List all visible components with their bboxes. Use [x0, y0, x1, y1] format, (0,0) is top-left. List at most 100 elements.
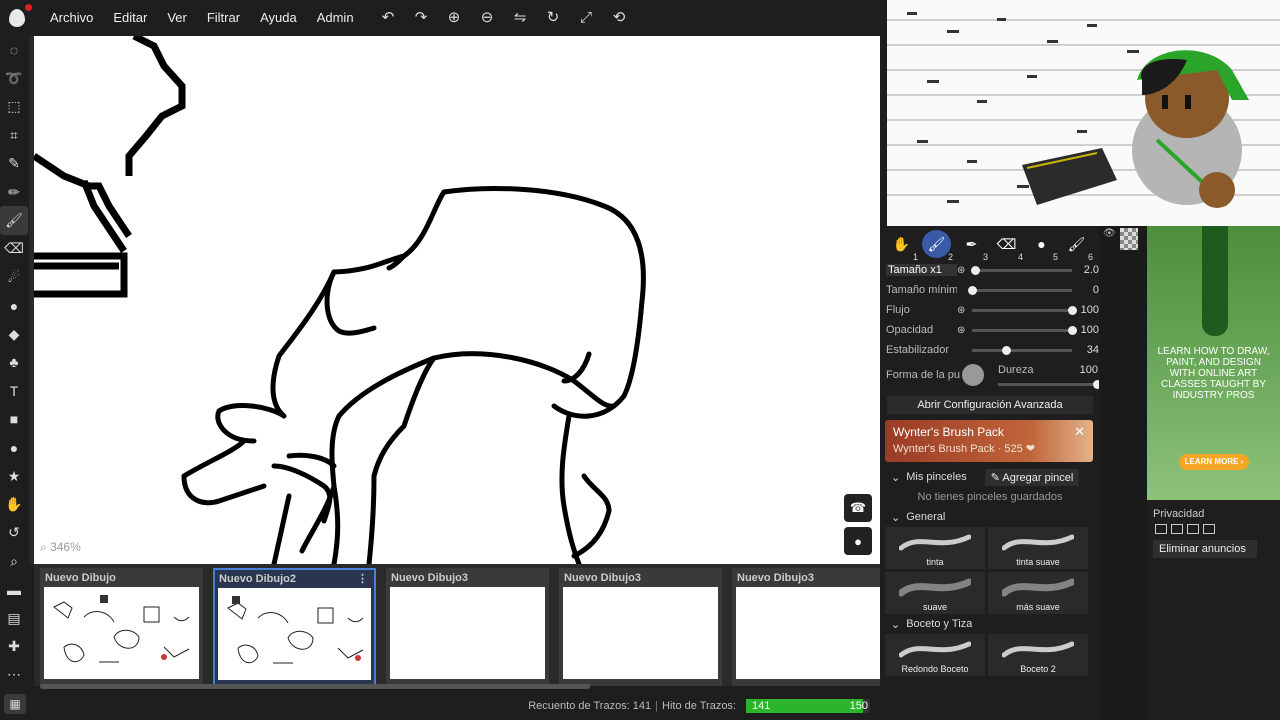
fullscreen-icon[interactable]: ⤢	[570, 0, 603, 36]
film-strip-icon[interactable]: ▦	[4, 694, 26, 714]
chat-button[interactable]: ●	[844, 527, 872, 555]
rotate-icon[interactable]: ↻	[537, 0, 570, 36]
crop-icon[interactable]: ⌗	[0, 121, 28, 149]
brush-slot-1[interactable]: ✋ 1	[887, 230, 918, 263]
lasso-select-icon[interactable]: ◌	[0, 36, 28, 64]
slider-knob[interactable]	[968, 285, 978, 295]
pen-pressure-icon[interactable]: ⊛	[957, 325, 969, 336]
zoom-icon[interactable]: ⌕	[0, 547, 28, 575]
drawing-thumbnail[interactable]: Nuevo Dibujo3	[386, 568, 549, 686]
slider-knob[interactable]	[970, 265, 980, 275]
rectangle-icon[interactable]: ■	[0, 405, 28, 433]
layout-3-icon[interactable]	[1187, 524, 1199, 534]
my-brushes-header[interactable]: ⌄ Mis pinceles ✎ Agregar pincel	[881, 467, 1099, 487]
call-button[interactable]: ☎	[844, 494, 872, 522]
slider-knob[interactable]	[1068, 305, 1078, 315]
slider-knob[interactable]	[1002, 345, 1012, 355]
rotate-view-icon[interactable]: ↺	[0, 519, 28, 547]
privacy-label[interactable]: Privacidad	[1147, 500, 1280, 524]
pen-pressure-icon[interactable]: ⊛	[957, 265, 969, 276]
brush-slot-3[interactable]: ✒ 3	[957, 230, 988, 263]
chevron-down-icon: ⌄	[891, 471, 901, 484]
menu-filtrar[interactable]: Filtrar	[197, 0, 250, 36]
blur-icon[interactable]: ●	[0, 292, 28, 320]
fill-bucket-icon[interactable]: ◆	[0, 320, 28, 348]
rotate-reset-icon[interactable]: ⟲	[603, 0, 636, 36]
pencil-icon[interactable]: ✏	[0, 178, 28, 206]
drawing-thumbnail[interactable]: Nuevo Dibujo2 ⋮	[213, 568, 376, 686]
text-icon[interactable]: T	[0, 377, 28, 405]
brush-preset[interactable]: suave	[885, 572, 985, 614]
ad-learn-more-button[interactable]: LEARN MORE ›	[1179, 454, 1249, 470]
brush-slot-6[interactable]: 🖌 6	[1062, 230, 1093, 263]
layout-2-icon[interactable]	[1171, 524, 1183, 534]
drawing-title: Nuevo Dibujo3	[737, 572, 815, 584]
setting-slider[interactable]	[972, 345, 1073, 355]
brush-preset[interactable]: Boceto 2	[988, 634, 1088, 676]
add-icon[interactable]: ✚	[0, 632, 28, 660]
brush-preset[interactable]: Redondo Boceto	[885, 634, 985, 676]
app-logo[interactable]	[0, 0, 34, 36]
hardness-slider[interactable]	[998, 380, 1102, 389]
chat-icon[interactable]: ▬	[0, 575, 28, 603]
setting-slider[interactable]	[968, 285, 1073, 295]
stamp-icon[interactable]: ♣	[0, 348, 28, 376]
redo-icon[interactable]: ↷	[405, 0, 438, 36]
layout-4-icon[interactable]	[1203, 524, 1215, 534]
eye-icon[interactable]: 👁	[1103, 228, 1116, 250]
layer-thumbnail[interactable]	[1119, 228, 1138, 250]
gallery-icon[interactable]: ▤	[0, 604, 28, 632]
brush-preset[interactable]: tinta suave	[988, 527, 1088, 569]
remove-ads-button[interactable]: Eliminar anuncios	[1153, 540, 1257, 558]
advanced-settings-button[interactable]: Abrir Configuración Avanzada	[887, 396, 1093, 414]
drawing-thumbnail[interactable]: Nuevo Dibujo	[40, 568, 203, 686]
hand-icon[interactable]: ✋	[0, 490, 28, 518]
zoom-out-icon[interactable]: ⊖	[471, 0, 504, 36]
menu-ayuda[interactable]: Ayuda	[250, 0, 307, 36]
thumbs-scrollbar[interactable]	[40, 684, 590, 689]
brush-slot-2[interactable]: 🖌 2	[922, 230, 953, 262]
brush-group-header[interactable]: ⌄ General	[881, 507, 1099, 527]
flip-icon[interactable]: ⇋	[504, 0, 537, 36]
eyedropper-icon[interactable]: ✎	[0, 150, 28, 178]
eraser-icon[interactable]: ⌫	[0, 235, 28, 263]
slider-knob[interactable]	[1068, 325, 1078, 335]
setting-slider[interactable]	[970, 265, 1073, 275]
smudge-icon[interactable]: ☄	[0, 263, 28, 291]
setting-label: Tamaño mínimo	[886, 284, 957, 296]
brush-preset[interactable]: más suave	[988, 572, 1088, 614]
brush-slot-4[interactable]: ⌫ 4	[992, 230, 1023, 263]
brush-preset[interactable]: tinta	[885, 527, 985, 569]
setting-slider[interactable]	[972, 305, 1078, 315]
drawing-title-bar: Nuevo Dibujo3	[560, 569, 721, 587]
brush-pack-promo[interactable]: Wynter's Brush Pack Wynter's Brush Pack …	[885, 420, 1093, 462]
add-brush-button[interactable]: ✎ Agregar pincel	[984, 468, 1080, 486]
brush-icon[interactable]: 🖌	[0, 206, 28, 235]
pen-pressure-icon[interactable]: ⊛	[957, 305, 969, 316]
layout-1-icon[interactable]	[1155, 524, 1167, 534]
setting-slider[interactable]	[972, 325, 1078, 335]
star-icon[interactable]: ★	[0, 462, 28, 490]
more-vertical-icon[interactable]: ⋮	[357, 570, 368, 588]
tip-shape-preview[interactable]	[962, 364, 984, 386]
brush-group-header[interactable]: ⌄ Boceto y Tiza	[881, 614, 1099, 634]
close-icon[interactable]: ✕	[1074, 424, 1085, 440]
hardness-value: 100	[1079, 364, 1098, 376]
drawing-canvas[interactable]	[34, 36, 880, 564]
canvas-preview[interactable]	[887, 0, 1280, 226]
menu-ver[interactable]: Ver	[157, 0, 197, 36]
menu-editar[interactable]: Editar	[103, 0, 157, 36]
zoom-in-icon[interactable]: ⊕	[438, 0, 471, 36]
ad-footer: Privacidad Eliminar anuncios	[1147, 500, 1280, 720]
ad-banner[interactable]: LEARN HOW TO DRAW, PAINT, AND DESIGN WIT…	[1147, 226, 1280, 500]
drawing-thumbnail[interactable]: Nuevo Dibujo3	[559, 568, 722, 686]
drawing-thumbnail[interactable]: Nuevo Dibujo3	[732, 568, 880, 686]
ellipse-icon[interactable]: ●	[0, 433, 28, 461]
lasso-icon[interactable]: ➰	[0, 64, 28, 92]
menu-archivo[interactable]: Archivo	[40, 0, 103, 36]
menu-admin[interactable]: Admin	[307, 0, 364, 36]
transform-icon[interactable]: ⬚	[0, 93, 28, 121]
brush-slot-5[interactable]: ● 5	[1027, 230, 1058, 262]
undo-icon[interactable]: ↶	[372, 0, 405, 36]
more-icon[interactable]: ⋯	[0, 661, 28, 689]
